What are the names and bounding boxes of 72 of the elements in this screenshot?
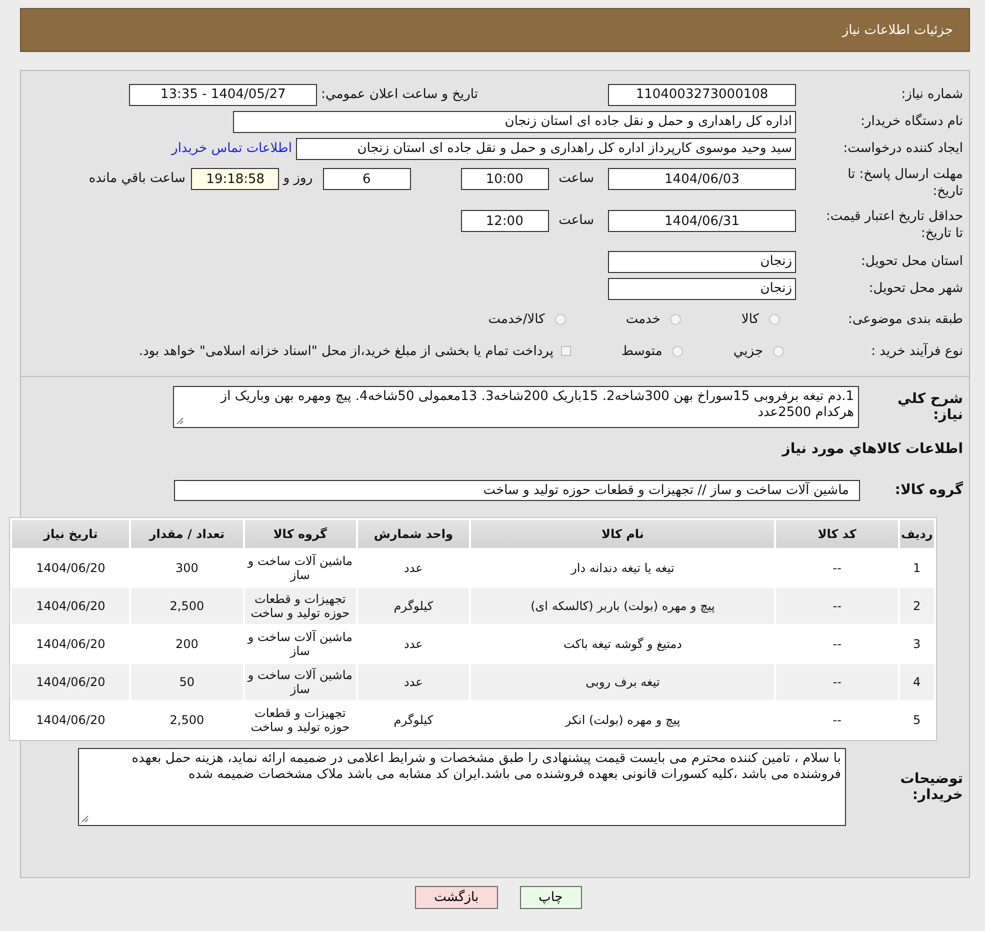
field-label: شهر محل تحویل: [868, 280, 963, 297]
field-label: توضیحات خریدار: [899, 771, 963, 803]
option-label: جزيي [733, 344, 763, 358]
field-label: ایجاد کننده درخواست: [842, 140, 963, 157]
table-cell: پیچ و مهره (بولت) باربر (کالسکه ای) [471, 588, 774, 624]
table-cell: عدد [358, 664, 470, 700]
notes-text: با سلام ، تامین کننده محترم می بایست قیمت پیشنهادی را طبق مشخصات و شرایط اعلامی در ضمیمه ارائه نماید، هزینه حمل بعهده فروشنده می باشد ،کلیه کسورات قانونی بعهده فروشنده می باشد.ایران کد مشابه می باشد ملاک مشخصات ضمیمه شده [132, 751, 841, 782]
buyer-org-field: اداره کل راهداری و حمل و نقل جاده ای استان زنجان [233, 110, 796, 132]
goods-group-field: ماشین آلات ساخت و ساز // تجهیزات و قطعات حوزه تولید و ساخت [174, 480, 860, 500]
description-text: 1.دم تیغه برفروبی 15سوراخ بهن 300شاخه2. 15باریک 200شاخه3. 13معمولی 50شاخه4. پیچ ومهره بهن وباریک از هرکدام 2500عدد [220, 389, 854, 420]
option-label: کالا [741, 312, 759, 326]
table-cell: 2 [900, 588, 934, 624]
field-label: نوع فرآیند خرید : [870, 342, 963, 360]
announce-date-field: 1404/05/27 - 13:35 [129, 84, 318, 106]
table-cell: کیلوگرم [358, 588, 470, 624]
days-field: 6 [322, 168, 411, 190]
field-label: شماره نیاز: [900, 86, 963, 103]
table-cell: -- [776, 664, 898, 700]
radio-button[interactable] [554, 314, 566, 324]
table-cell: ماشین آلات ساخت و ساز [244, 664, 356, 700]
column-header: ردیف [900, 520, 934, 548]
table-cell: 1404/06/20 [12, 588, 130, 624]
time-field: 12:00 [460, 210, 549, 232]
field-label: طبقه بندی موضوعی: [846, 310, 963, 328]
contact-link[interactable]: اطلاعات تماس خریدار [172, 141, 292, 156]
option-label: کالا/خدمت [488, 312, 545, 326]
column-header: گروه کالا [244, 520, 356, 548]
option-label: متوسط [621, 344, 662, 358]
table-cell: 1404/06/20 [12, 664, 130, 700]
table-cell: تیغه برف روبی [471, 664, 774, 700]
column-header: تعداد / مقدار [131, 520, 243, 548]
table-cell: تجهیزات و قطعات حوزه تولید و ساخت [244, 588, 356, 624]
table-cell: 50 [131, 664, 243, 700]
print-button[interactable]: چاپ [520, 886, 582, 909]
date-field: 1404/06/03 [608, 168, 796, 190]
table-cell: 4 [900, 664, 934, 700]
table-cell: -- [776, 588, 898, 624]
option-label: پرداخت تمام یا بخشی از مبلغ خرید،از محل "اسناد خزانه اسلامی" خواهد بود. [138, 344, 554, 358]
field-label: تاریخ و ساعت اعلان عمومي: [321, 87, 478, 102]
time-field: 10:00 [460, 168, 549, 190]
field-label: استان محل تحویل: [860, 253, 963, 270]
checkbox[interactable] [561, 346, 572, 356]
radio-button[interactable] [773, 346, 784, 356]
column-header: تاریخ نیاز [12, 520, 130, 548]
resize-grip-icon[interactable] [81, 815, 89, 823]
field-label: شرح کلي نیاز: [896, 391, 963, 423]
radio-button[interactable] [670, 314, 682, 324]
back-button[interactable]: بازگشت [415, 886, 498, 909]
time-label: ساعت [558, 212, 594, 230]
days-label: روز و [283, 170, 313, 188]
requester-field: سید وحید موسوی کارپرداز اداره کل راهداری و حمل و نقل جاده ای استان زنجان [296, 138, 796, 160]
field-label: حداقل تاریخ اعتبار قیمت: تا تاریخ: [824, 208, 963, 242]
field-label: مهلت ارسال پاسخ: تا تاریخ: [846, 166, 963, 200]
city-field: زنجان [608, 278, 796, 300]
province-field: زنجان [608, 250, 796, 272]
time-label: ساعت [558, 170, 594, 188]
field-label: گروه کالا: [894, 482, 963, 498]
column-header: واحد شمارش [358, 520, 470, 548]
remaining-time-field: 19:18:58 [191, 168, 280, 190]
column-header: نام کالا [471, 520, 774, 548]
remaining-label: ساعت باقي مانده [88, 170, 186, 188]
radio-button[interactable] [769, 314, 780, 324]
field-label: نام دستگاه خریدار: [860, 113, 963, 130]
radio-button[interactable] [672, 346, 684, 356]
column-header: کد کالا [776, 520, 898, 548]
table-cell: 2,500 [131, 588, 243, 624]
date-field: 1404/06/31 [608, 210, 796, 232]
resize-grip-icon[interactable] [176, 417, 184, 425]
need-number-field: 1104003273000108 [608, 84, 796, 106]
page-title: جزئیات اطلاعات نیاز [842, 22, 953, 38]
option-label: خدمت [626, 312, 660, 326]
section-heading: اطلاعات کالاهاي مورد نیاز [782, 441, 963, 457]
